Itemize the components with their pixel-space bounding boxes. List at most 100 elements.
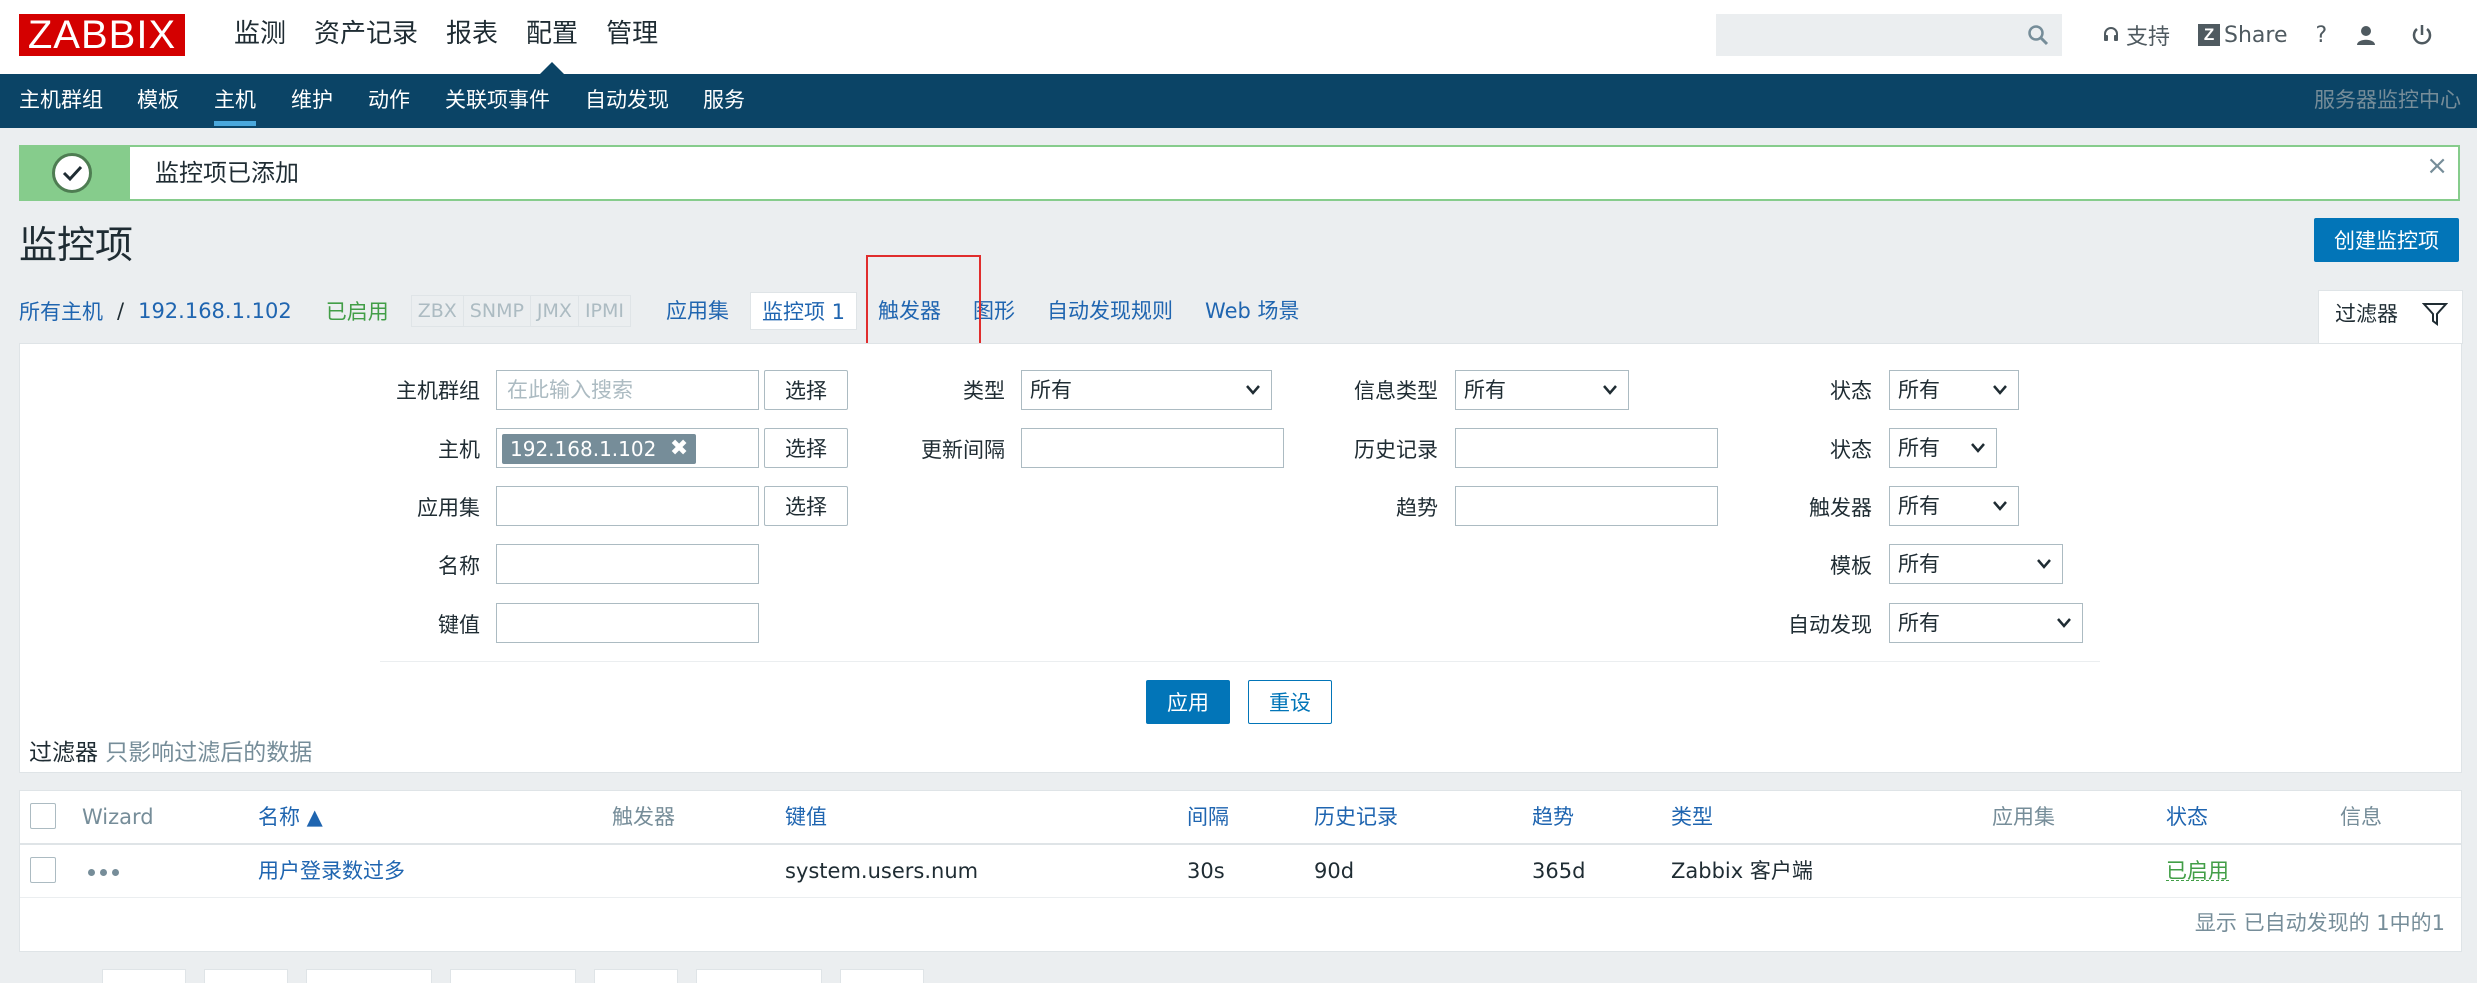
interval-input[interactable] [1021,428,1284,468]
message-text: 监控项已添加 [155,159,299,187]
menu-configuration[interactable]: 配置 [512,0,592,74]
header-key-sort[interactable]: 键值 [785,791,827,843]
filter-note: 过滤器 只影响过滤后的数据 [29,733,312,767]
apply-button[interactable]: 应用 [1146,680,1230,724]
headset-icon [2104,27,2118,41]
chevron-down-icon [1603,385,1617,395]
menu-administration[interactable]: 管理 [592,0,672,74]
trends-input[interactable] [1455,486,1718,526]
subnav-host-groups[interactable]: 主机群组 [19,74,103,128]
discovery-value: 所有 [1898,611,1940,635]
close-icon[interactable]: × [2426,151,2448,181]
subnav-hosts[interactable]: 主机 [214,74,256,128]
create-item-button[interactable]: 创建监控项 [2314,218,2459,262]
header-triggers: 触发器 [612,805,675,829]
application-select-button[interactable]: 选择 [764,486,848,526]
highlight-box [866,255,981,357]
key-input[interactable] [496,603,759,643]
template-select[interactable]: 所有 [1889,544,2063,584]
template-value: 所有 [1898,552,1940,576]
share-label: Share [2224,22,2288,48]
item-status-toggle[interactable]: 已启用 [2166,845,2229,883]
support-label: 支持 [2126,25,2171,50]
name-label: 名称 [438,554,480,578]
select-all-checkbox[interactable] [30,803,56,829]
menu-inventory[interactable]: 资产记录 [300,0,432,74]
remove-icon[interactable]: ✖ [670,434,688,464]
triggers-select[interactable]: 所有 [1889,486,2019,526]
filter-note-bold: 过滤器 [29,740,98,766]
mass-action-button[interactable] [594,969,678,983]
history-input[interactable] [1455,428,1718,468]
help-button[interactable]: ? [2302,0,2342,70]
subnav-actions[interactable]: 动作 [368,74,410,128]
filter-note-text: 只影响过滤后的数据 [98,740,313,766]
key-label: 键值 [438,613,480,637]
availability-indicators: ZBX SNMP JMX IPMI [410,295,631,327]
discovery-label: 自动发现 [1788,613,1872,637]
main-menu: 监测 资产记录 报表 配置 管理 [220,0,672,74]
chevron-down-icon [2057,618,2071,628]
host-group-select-button[interactable]: 选择 [764,370,848,410]
mass-action-button[interactable] [204,969,288,983]
type-value: 所有 [1030,378,1072,402]
mass-action-button[interactable] [102,969,186,983]
row-checkbox[interactable] [30,857,56,883]
support-link[interactable]: 支持 [2088,0,2184,70]
state-value: 所有 [1898,378,1940,402]
tab-items[interactable]: 监控项 1 [750,292,858,330]
chevron-down-icon [2037,559,2051,569]
header-interval-sort[interactable]: 间隔 [1187,791,1229,843]
item-name-link[interactable]: 用户登录数过多 [258,845,405,897]
tab-applications[interactable]: 应用集 [655,292,740,330]
status-select[interactable]: 所有 [1889,428,1997,468]
zabbix-logo[interactable]: ZABBIX [19,14,185,56]
state-label: 状态 [1830,379,1872,403]
reset-button[interactable]: 重设 [1248,680,1332,724]
menu-monitoring[interactable]: 监测 [220,0,300,74]
breadcrumb-host[interactable]: 192.168.1.102 [138,299,292,323]
mass-action-button[interactable] [450,969,576,983]
info-type-value: 所有 [1464,378,1506,402]
subnav-services[interactable]: 服务 [703,74,745,128]
subnav-discovery[interactable]: 自动发现 [585,74,669,128]
items-table: Wizard 名称 ▲ 触发器 键值 间隔 历史记录 趋势 类型 应用集 状态 … [19,790,2462,952]
check-icon [52,153,92,193]
header-name-sort[interactable]: 名称 ▲ [258,791,323,843]
type-select[interactable]: 所有 [1021,370,1272,410]
subnav-event-correlation[interactable]: 关联项事件 [445,74,550,128]
item-interval: 30s [1187,859,1225,883]
subnav-templates[interactable]: 模板 [137,74,179,128]
header-status-sort[interactable]: 状态 [2166,791,2208,843]
filter-tab[interactable]: 过滤器 [2318,290,2463,344]
tab-web-scenarios[interactable]: Web 场景 [1194,292,1310,330]
tab-discovery-rules[interactable]: 自动发现规则 [1036,292,1184,330]
wizard-menu-icon[interactable] [88,869,119,876]
info-type-select[interactable]: 所有 [1455,370,1629,410]
header-trends-sort[interactable]: 趋势 [1532,791,1574,843]
logout-icon[interactable] [2397,0,2453,70]
jmx-indicator: JMX [531,296,579,326]
mass-action-button[interactable] [696,969,822,983]
header-type-sort[interactable]: 类型 [1671,791,1713,843]
share-link[interactable]: Z Share [2184,0,2302,70]
host-select-button[interactable]: 选择 [764,428,848,468]
breadcrumb-all-hosts[interactable]: 所有主机 [19,296,103,326]
item-trends: 365d [1532,859,1586,883]
header-history-sort[interactable]: 历史记录 [1314,791,1398,843]
trends-label: 趋势 [1396,496,1438,520]
funnel-icon [2422,303,2448,326]
host-group-input[interactable] [496,370,759,410]
template-label: 模板 [1830,554,1872,578]
profile-icon[interactable] [2341,0,2397,70]
search-input[interactable] [1717,15,2007,55]
state-select[interactable]: 所有 [1889,370,2019,410]
search-icon[interactable] [2027,24,2049,52]
discovery-select[interactable]: 所有 [1889,603,2083,643]
name-input[interactable] [496,544,759,584]
mass-action-button[interactable] [306,969,432,983]
application-input[interactable] [496,486,759,526]
menu-reports[interactable]: 报表 [432,0,512,74]
subnav-maintenance[interactable]: 维护 [291,74,333,128]
mass-action-button[interactable] [840,969,924,983]
